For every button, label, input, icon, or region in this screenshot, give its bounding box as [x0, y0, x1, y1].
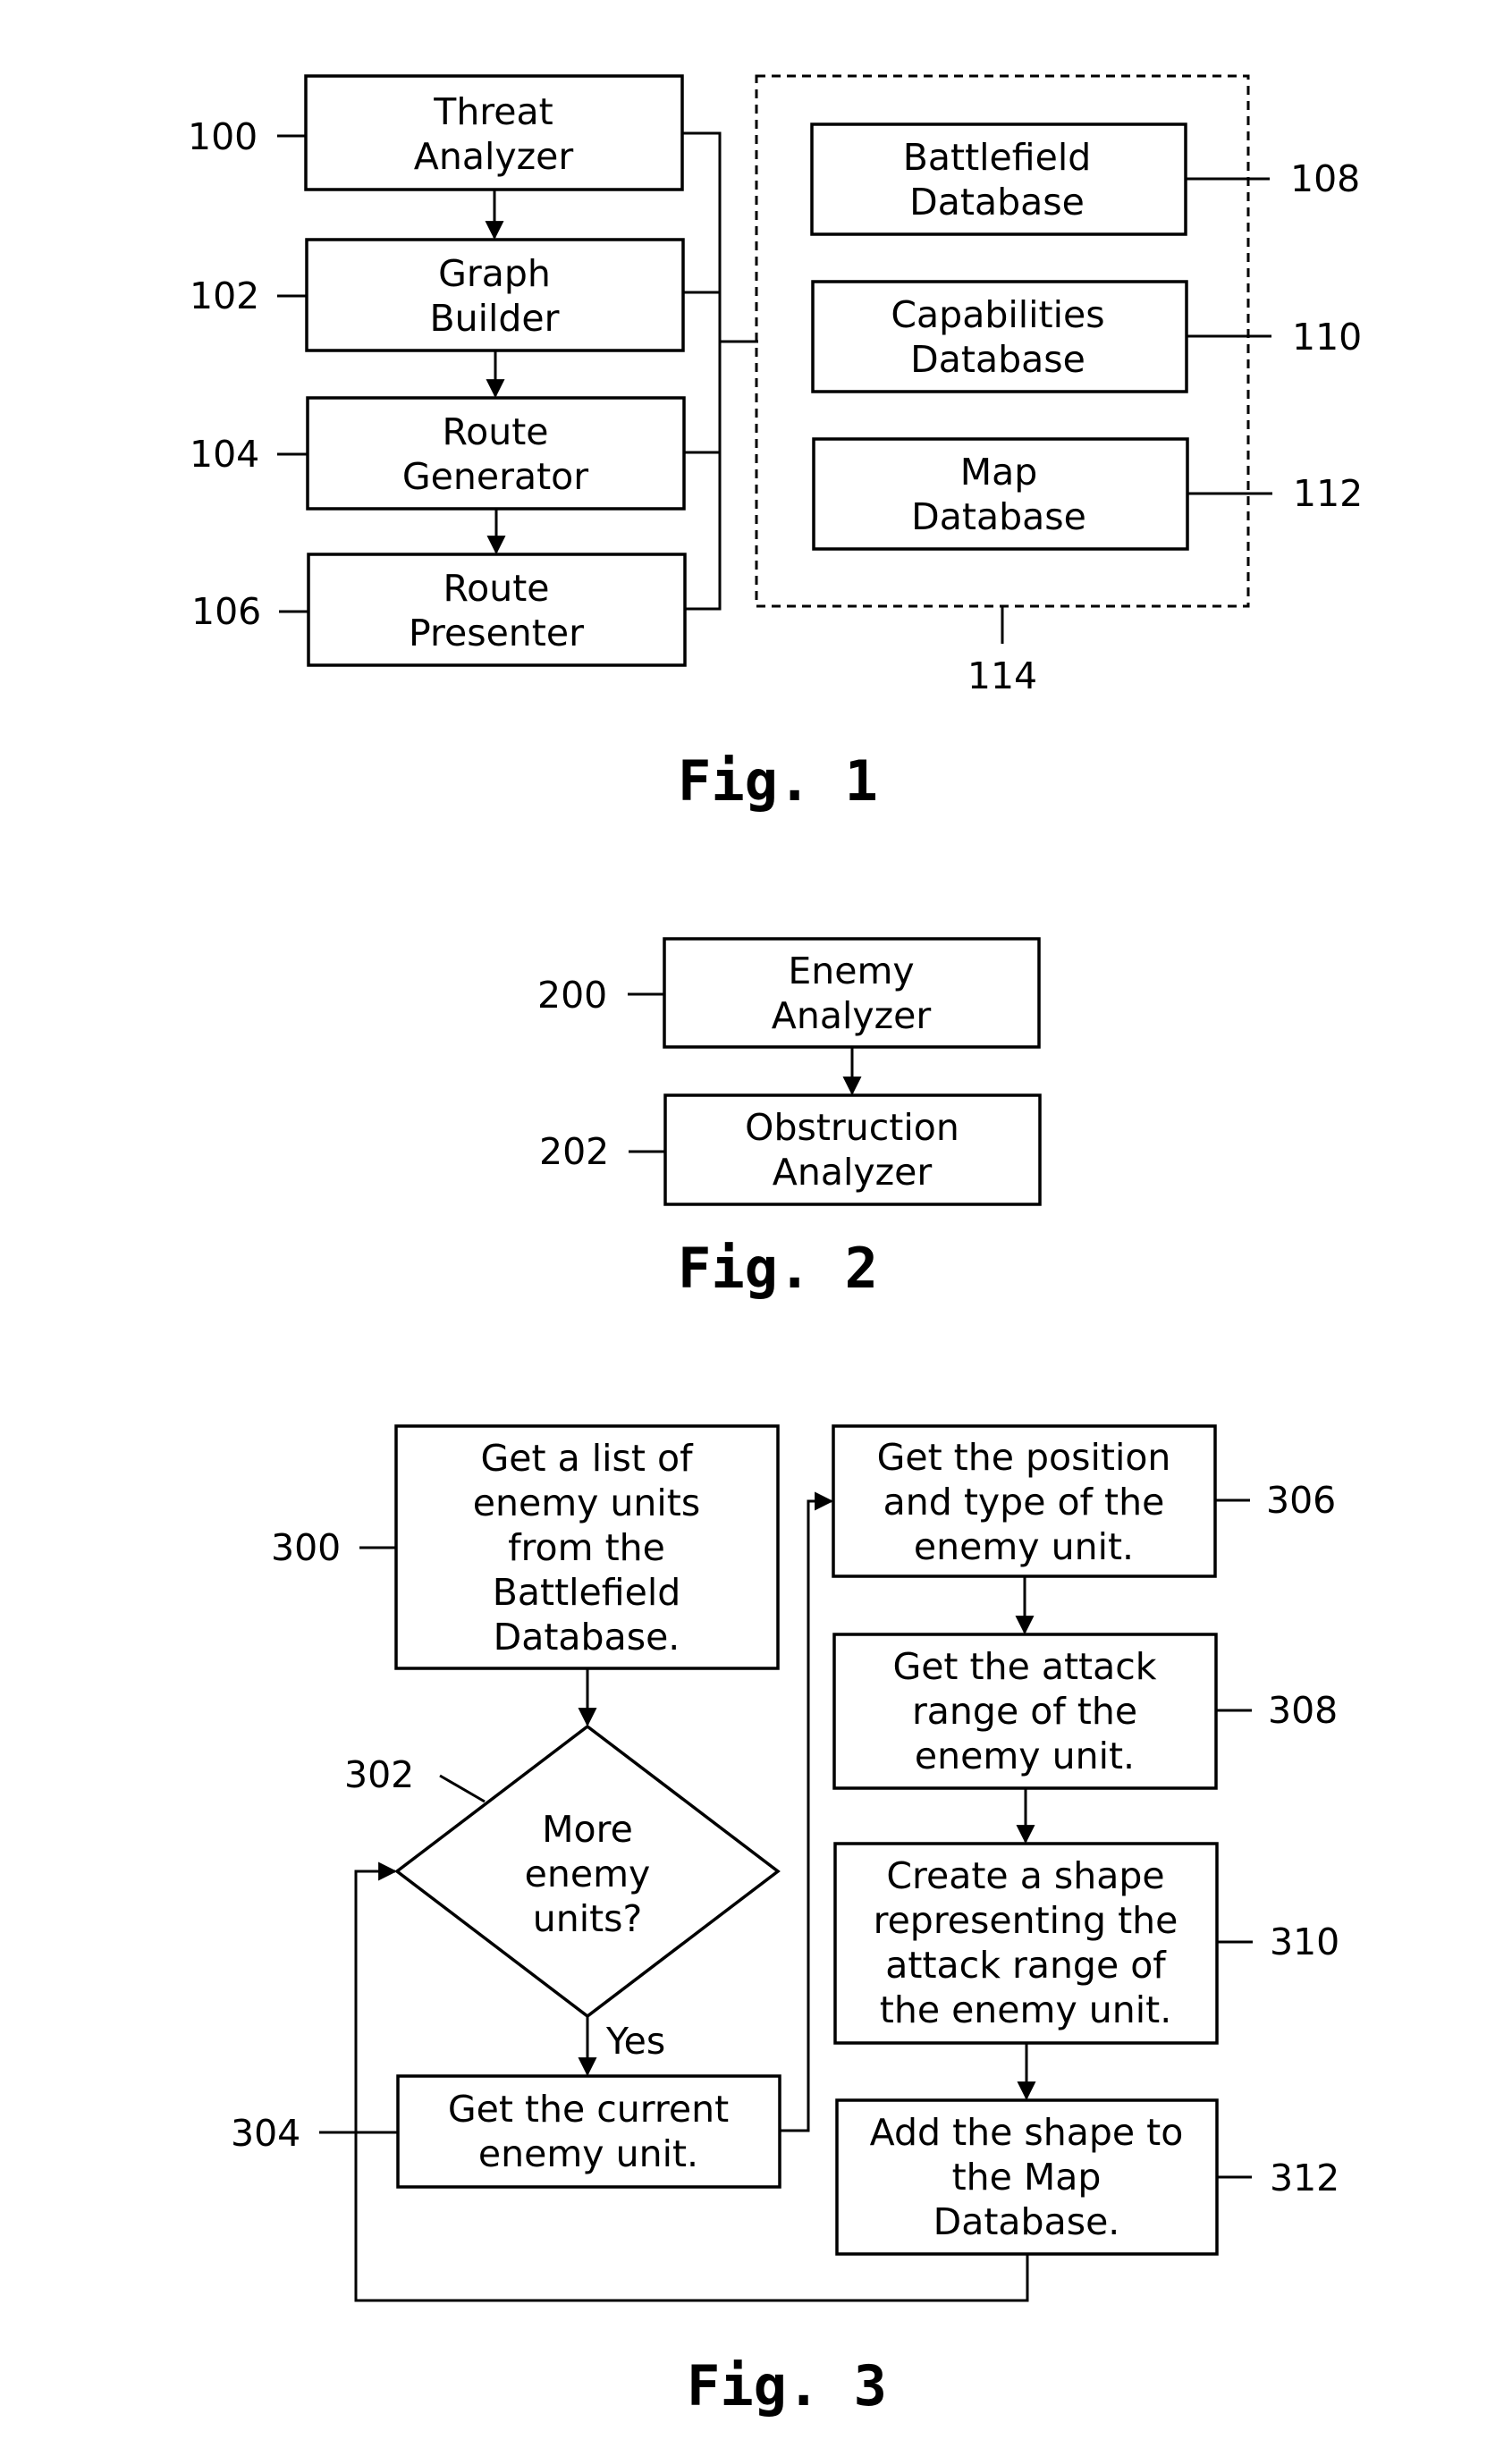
step-line: Add the shape to: [870, 2111, 1184, 2154]
step-line: enemy unit.: [914, 1525, 1134, 1568]
step-line: representing the: [874, 1899, 1178, 1942]
module-route-presenter: Route Presenter: [307, 553, 687, 667]
decision-more-enemy-units: More enemy units?: [394, 1724, 781, 2019]
database-capabilities: Capabilities Database: [811, 280, 1188, 393]
module-line: Graph: [438, 252, 551, 295]
module-route-generator: Route Generator: [306, 396, 686, 511]
ref-number: 102: [190, 274, 259, 317]
ref-number: 114: [967, 654, 1037, 697]
database-battlefield: Battlefield Database: [810, 122, 1187, 236]
figure-1: Threat Analyzer Graph Builder Route Gene…: [188, 74, 1363, 814]
ref-number: 104: [190, 433, 259, 476]
step-line: enemy unit.: [915, 1735, 1135, 1777]
flow-connector: [780, 1491, 834, 2132]
database-line: Database: [910, 338, 1085, 381]
ref-number: 310: [1270, 1920, 1339, 1963]
ref-number: 108: [1290, 157, 1360, 200]
step-line: Get the position: [877, 1436, 1171, 1479]
ref-number: 308: [1268, 1689, 1338, 1732]
step-line: enemy unit.: [478, 2132, 698, 2175]
step-line: Get the current: [448, 2088, 729, 2131]
database-line: Map: [960, 451, 1038, 494]
step-create-shape: Create a shape representing the attack r…: [833, 1842, 1219, 2045]
database-line: Battlefield: [903, 136, 1092, 179]
decision-line: enemy: [525, 1853, 651, 1895]
decision-line: More: [542, 1808, 633, 1851]
module-bus: [682, 131, 758, 611]
step-add-shape-to-map: Add the shape to the Map Database.: [835, 2098, 1219, 2256]
module-line: Route: [442, 410, 548, 453]
module-line: Enemy: [788, 950, 914, 992]
step-line: Database.: [494, 1616, 680, 1659]
figure-caption: Fig. 2: [678, 1236, 878, 1301]
figure-2: Enemy Analyzer Obstruction Analyzer 200 …: [537, 937, 1042, 1301]
ref-number: 106: [191, 590, 261, 633]
step-line: the enemy unit.: [880, 1988, 1171, 2031]
step-line: from the: [508, 1526, 665, 1569]
module-graph-builder: Graph Builder: [305, 238, 685, 352]
figure-caption: Fig. 3: [687, 2353, 887, 2418]
step-line: range of the: [912, 1690, 1137, 1733]
ref-number: 110: [1292, 316, 1362, 359]
ref-number: 200: [537, 974, 607, 1017]
figure-3: Get a list of enemy units from the Battl…: [231, 1424, 1339, 2418]
ref-number: 300: [271, 1526, 341, 1569]
module-threat-analyzer: Threat Analyzer: [304, 74, 684, 191]
step-line: enemy units: [473, 1481, 700, 1524]
ref-leader: [439, 1774, 486, 1803]
patent-drawing-sheet: Threat Analyzer Graph Builder Route Gene…: [188, 74, 1363, 2418]
module-line: Builder: [429, 297, 559, 340]
ref-number: 302: [344, 1753, 414, 1796]
ref-number: 100: [188, 115, 258, 158]
step-get-enemy-list: Get a list of enemy units from the Battl…: [394, 1424, 780, 1670]
database-map: Map Database: [812, 437, 1189, 551]
module-obstruction-analyzer: Obstruction Analyzer: [663, 1093, 1042, 1206]
ref-number: 312: [1270, 2157, 1339, 2199]
ref-number: 202: [539, 1130, 609, 1173]
module-line: Route: [443, 567, 549, 610]
decision-line: units?: [533, 1897, 643, 1940]
step-line: Get a list of: [480, 1437, 694, 1480]
step-line: Database.: [933, 2200, 1120, 2243]
module-line: Analyzer: [772, 994, 932, 1037]
step-line: Get the attack: [892, 1645, 1156, 1688]
ref-number: 306: [1266, 1479, 1336, 1522]
step-get-attack-range: Get the attack range of the enemy unit.: [832, 1633, 1218, 1790]
database-line: Capabilities: [891, 293, 1104, 336]
module-line: Analyzer: [773, 1151, 933, 1194]
step-get-position-and-type: Get the position and type of the enemy u…: [832, 1424, 1217, 1578]
ref-number: 304: [231, 2112, 300, 2155]
ref-number: 112: [1293, 472, 1363, 515]
step-line: Create a shape: [886, 1854, 1164, 1897]
database-line: Database: [911, 495, 1086, 538]
module-line: Analyzer: [414, 135, 574, 178]
module-line: Generator: [402, 455, 588, 498]
step-line: and type of the: [883, 1481, 1165, 1524]
yes-label: Yes: [605, 2020, 665, 2063]
step-get-current-enemy-unit: Get the current enemy unit.: [396, 2074, 781, 2189]
step-line: Battlefield: [493, 1571, 681, 1614]
step-line: attack range of: [885, 1944, 1167, 1987]
module-line: Presenter: [409, 612, 584, 654]
figure-caption: Fig. 1: [678, 748, 878, 814]
step-line: the Map: [952, 2156, 1102, 2199]
module-line: Threat: [433, 90, 553, 133]
module-line: Obstruction: [745, 1106, 959, 1149]
module-enemy-analyzer: Enemy Analyzer: [663, 937, 1041, 1049]
database-line: Database: [909, 181, 1085, 224]
